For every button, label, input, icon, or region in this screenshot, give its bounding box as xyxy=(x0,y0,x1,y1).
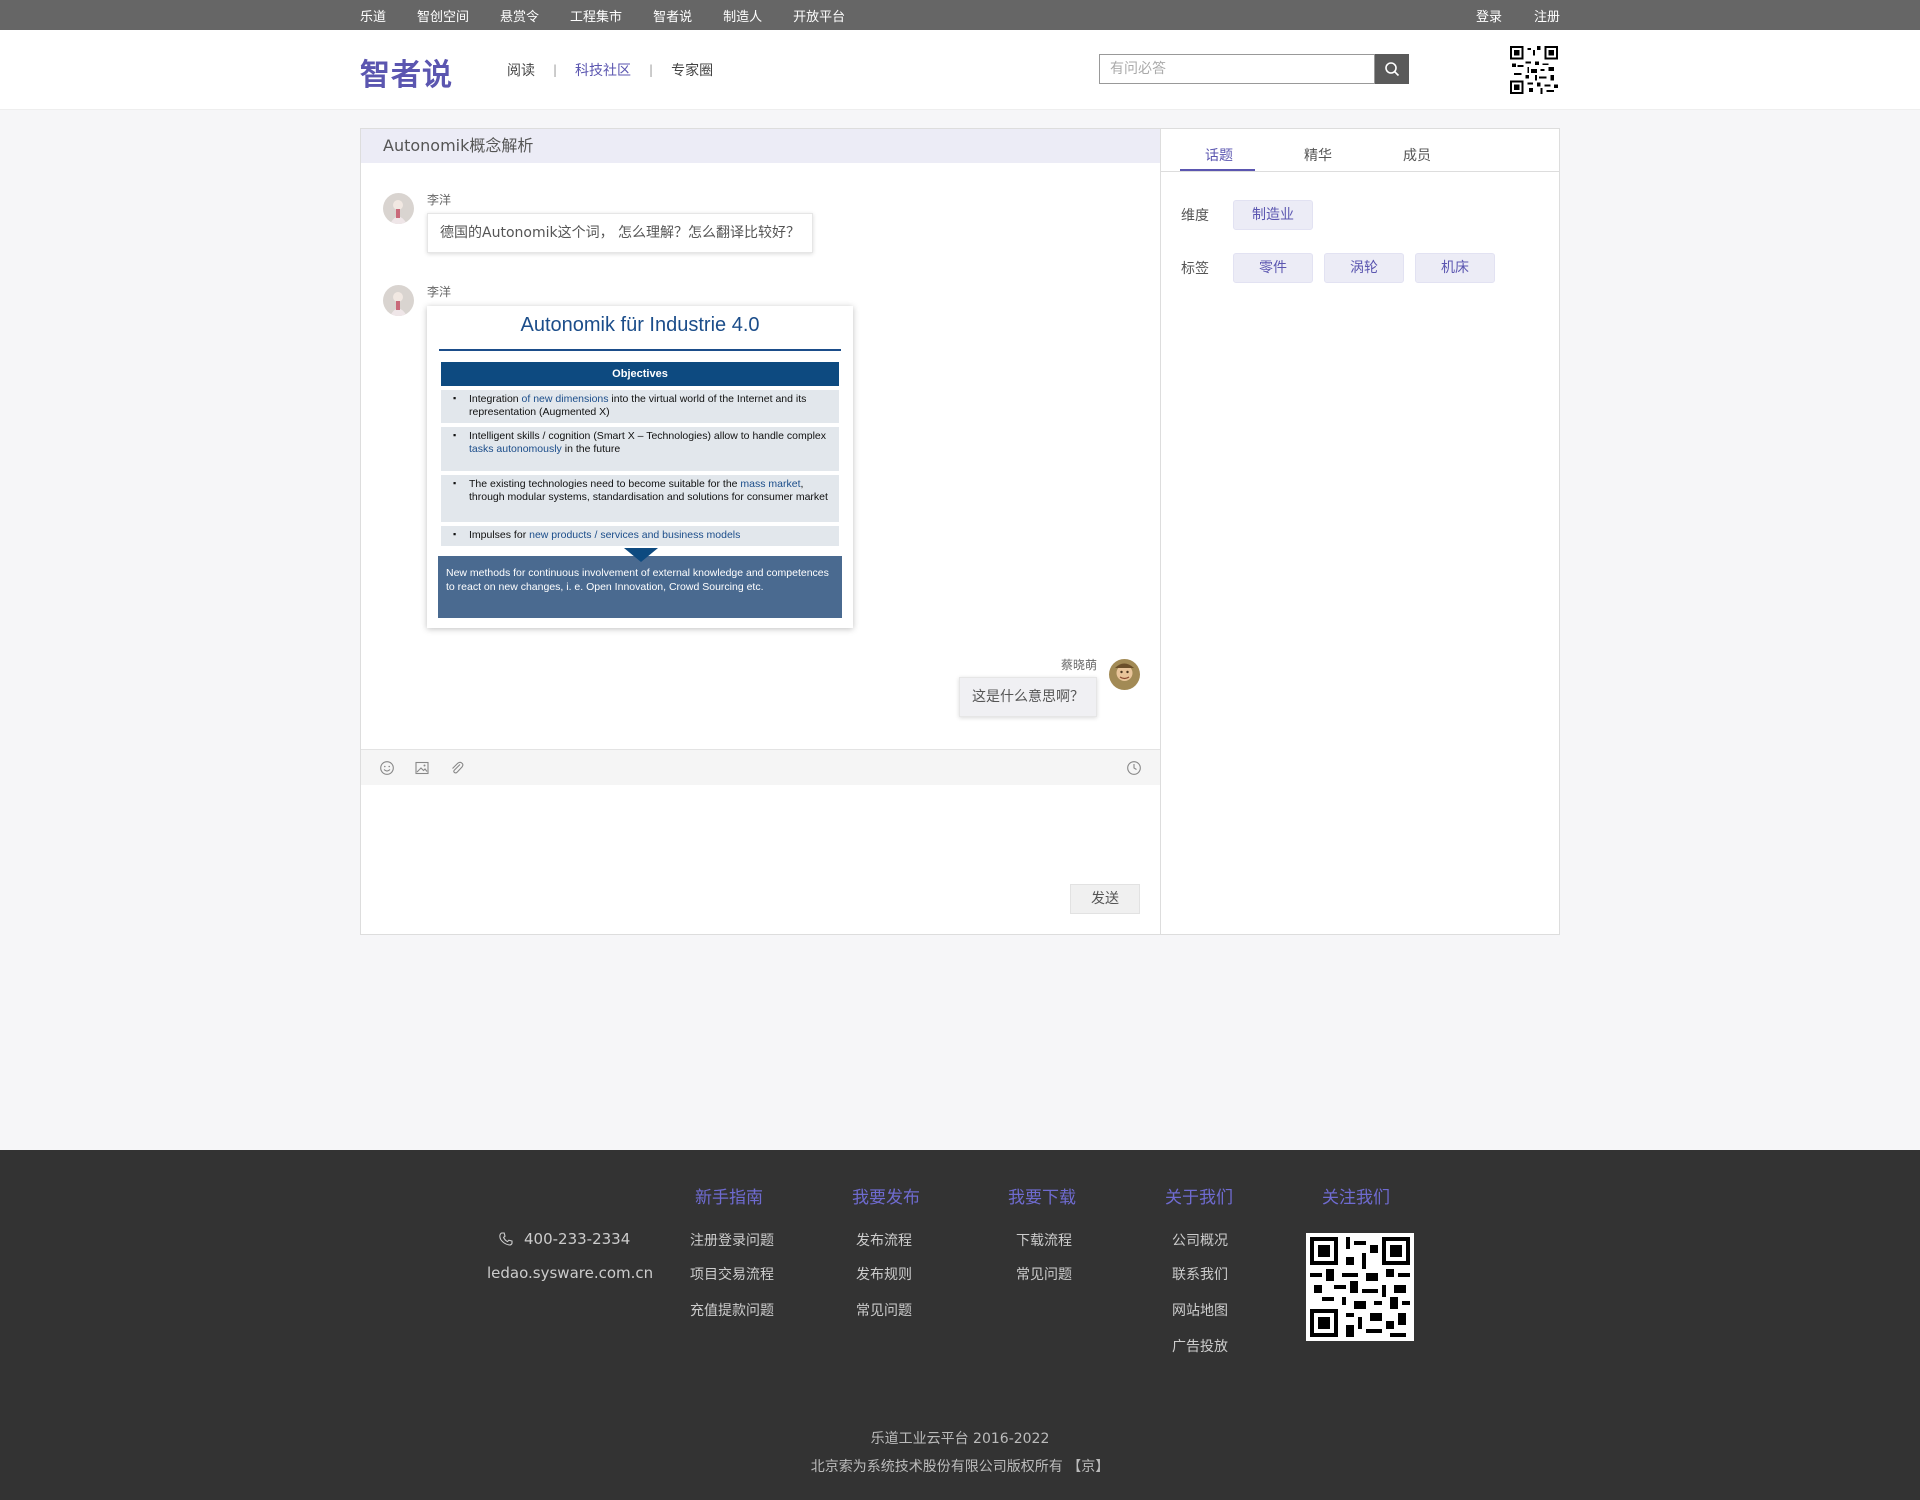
dimension-label: 维度 xyxy=(1181,208,1209,224)
footer-col-title-about: 关于我们 xyxy=(1165,1188,1233,1208)
top-nav-gongcheng[interactable]: 工程集市 xyxy=(570,6,622,25)
slide-footer-box: New methods for continuous involvement o… xyxy=(438,556,842,618)
footer-link[interactable]: 广告投放 xyxy=(1172,1336,1228,1356)
qr-code-icon xyxy=(1510,46,1558,94)
footer-link[interactable]: 公司概况 xyxy=(1172,1230,1228,1250)
slide-divider xyxy=(439,349,841,351)
tag-machine-tool[interactable]: 机床 xyxy=(1415,253,1495,283)
attachment-icon[interactable] xyxy=(449,760,465,776)
avatar[interactable] xyxy=(383,285,414,316)
footer-link[interactable]: 注册登录问题 xyxy=(690,1230,774,1250)
message-username: 李洋 xyxy=(427,285,452,299)
message-bubble: 这是什么意思啊？ xyxy=(959,677,1097,717)
avatar[interactable] xyxy=(383,193,414,224)
footer-phone: 400-233-2334 xyxy=(498,1230,630,1248)
footer-col-title-download: 我要下载 xyxy=(1008,1188,1076,1208)
footer-company: 北京索为系统技术股份有限公司版权所有 【京】 xyxy=(810,1459,1110,1475)
chat-area: Autonomik概念解析 李洋 德国的Autonomik这个词， 怎么理解？怎… xyxy=(361,129,1161,934)
slide-title: Autonomik für Industrie 4.0 xyxy=(520,314,760,336)
footer-link[interactable]: 项目交易流程 xyxy=(690,1264,774,1284)
message-image[interactable]: Autonomik für Industrie 4.0 Objectives I… xyxy=(427,306,853,628)
sidebar-tabs: 话题 精华 成员 xyxy=(1161,129,1559,172)
search-icon xyxy=(1385,62,1400,77)
top-navigation-bar: 乐道 智创空间 悬赏令 工程集市 智者说 制造人 开放平台 登录 注册 xyxy=(0,0,1920,30)
dimension-tag[interactable]: 制造业 xyxy=(1233,200,1313,230)
top-nav-zhizheshuo[interactable]: 智者说 xyxy=(653,6,692,25)
tags-label: 标签 xyxy=(1181,261,1209,277)
search-button[interactable] xyxy=(1375,54,1409,84)
search-input[interactable] xyxy=(1099,54,1375,84)
clock-icon[interactable] xyxy=(1126,760,1142,776)
avatar[interactable] xyxy=(1109,659,1140,690)
slide-arrow xyxy=(624,548,658,562)
slide-objective: Intelligent skills / cognition (Smart X … xyxy=(441,427,839,471)
site-header: 智者说 阅读 | 科技社区 | 专家圈 xyxy=(0,30,1920,110)
footer-link[interactable]: 发布规则 xyxy=(856,1264,912,1284)
top-nav-zhizaoren[interactable]: 制造人 xyxy=(723,6,762,25)
footer-link[interactable]: 发布流程 xyxy=(856,1230,912,1250)
top-nav-ledao[interactable]: 乐道 xyxy=(360,6,386,25)
tab-topics[interactable]: 话题 xyxy=(1205,145,1233,165)
image-icon[interactable] xyxy=(414,760,430,776)
nav-divider: | xyxy=(553,63,558,77)
footer-link[interactable]: 常见问题 xyxy=(1016,1264,1072,1284)
slide-objective: Impulses for new products / services and… xyxy=(441,526,839,546)
footer-phone-number: 400-233-2334 xyxy=(524,1230,631,1248)
nav-reading[interactable]: 阅读 xyxy=(507,60,535,80)
phone-icon xyxy=(499,1232,513,1246)
tab-members[interactable]: 成员 xyxy=(1403,145,1431,165)
top-nav-links: 乐道 智创空间 悬赏令 工程集市 智者说 制造人 开放平台 xyxy=(360,0,876,30)
emoji-icon[interactable] xyxy=(379,760,395,776)
nav-divider: | xyxy=(649,63,654,77)
register-link[interactable]: 注册 xyxy=(1534,6,1560,25)
chat-title: Autonomik概念解析 xyxy=(361,129,1160,163)
footer-col-title-follow: 关注我们 xyxy=(1322,1188,1390,1208)
tab-featured[interactable]: 精华 xyxy=(1304,145,1332,165)
nav-expert-circle[interactable]: 专家圈 xyxy=(671,60,713,80)
tag-parts[interactable]: 零件 xyxy=(1233,253,1313,283)
nav-tech-community[interactable]: 科技社区 xyxy=(575,60,631,80)
footer-col-title-publish: 我要发布 xyxy=(852,1188,920,1208)
topic-sidebar: 话题 精华 成员 维度 制造业 标签 零件 涡轮 机床 xyxy=(1161,129,1559,934)
header-nav: 阅读 | 科技社区 | 专家圈 xyxy=(507,60,713,80)
footer-site-url[interactable]: ledao.sysware.com.cn xyxy=(487,1264,653,1282)
top-nav-zhichuang[interactable]: 智创空间 xyxy=(417,6,469,25)
site-footer: 400-233-2334 ledao.sysware.com.cn 新手指南 注… xyxy=(0,1150,1920,1500)
message-username: 李洋 xyxy=(427,193,452,207)
footer-link[interactable]: 网站地图 xyxy=(1172,1300,1228,1320)
login-link[interactable]: 登录 xyxy=(1476,6,1502,25)
slide-objective: Integration of new dimensions into the v… xyxy=(441,390,839,423)
footer-copyright: 乐道工业云平台 2016-2022 xyxy=(870,1431,1050,1447)
footer-qr-code xyxy=(1306,1233,1414,1341)
footer-col-title-guide: 新手指南 xyxy=(695,1188,763,1208)
message-username: 蔡晓萌 xyxy=(1060,658,1097,672)
tag-turbine[interactable]: 涡轮 xyxy=(1324,253,1404,283)
footer-link[interactable]: 联系我们 xyxy=(1172,1264,1228,1284)
site-logo[interactable]: 智者说 xyxy=(360,50,453,94)
message-bubble: 德国的Autonomik这个词， 怎么理解？怎么翻译比较好？ xyxy=(427,213,814,253)
send-button[interactable]: 发送 xyxy=(1070,884,1140,914)
slide-objectives-header: Objectives xyxy=(441,362,839,386)
message-editor[interactable]: 发送 xyxy=(361,785,1160,934)
active-tab-indicator xyxy=(1180,169,1255,171)
slide-objective: The existing technologies need to become… xyxy=(441,475,839,522)
chat-toolbar xyxy=(361,749,1160,785)
qr-code-icon xyxy=(1310,1237,1410,1337)
footer-link[interactable]: 充值提款问题 xyxy=(690,1300,774,1320)
footer-link[interactable]: 下载流程 xyxy=(1016,1230,1072,1250)
search-box xyxy=(1099,54,1409,84)
footer-link[interactable]: 常见问题 xyxy=(856,1300,912,1320)
discussion-panel: Autonomik概念解析 李洋 德国的Autonomik这个词， 怎么理解？怎… xyxy=(360,128,1560,935)
top-nav-xuanshang[interactable]: 悬赏令 xyxy=(500,6,539,25)
top-nav-kaifang[interactable]: 开放平台 xyxy=(793,6,845,25)
